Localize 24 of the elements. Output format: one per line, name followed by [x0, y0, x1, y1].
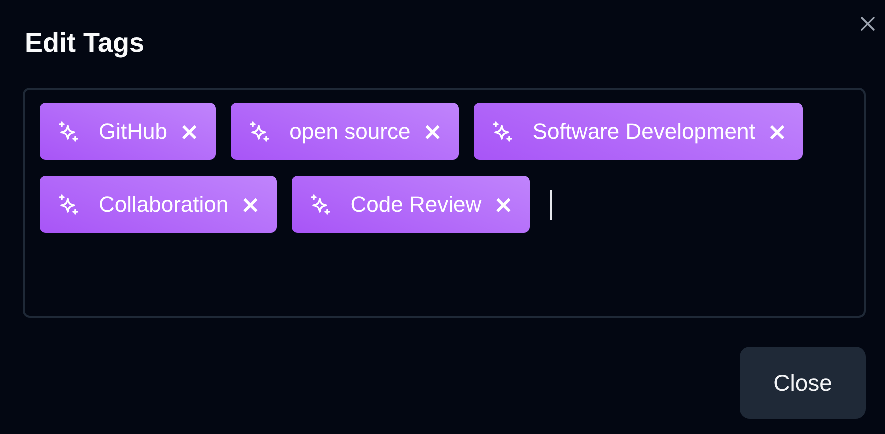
tag-chip[interactable]: Software Development × [474, 103, 804, 160]
close-button[interactable]: Close [740, 347, 866, 419]
remove-tag-button[interactable]: × [422, 120, 443, 144]
sparkles-icon [248, 120, 272, 144]
tag-label: Collaboration [99, 192, 229, 218]
tag-label: Code Review [350, 192, 482, 218]
remove-tag-button[interactable]: × [494, 192, 514, 216]
close-icon[interactable] [860, 16, 876, 32]
tag-label: Software Development [532, 118, 756, 144]
tag-input-field[interactable]: GitHub × open source × Software Development × Collaboration × Code Review × [23, 88, 866, 318]
tag-chip[interactable]: open source × [230, 103, 459, 160]
sparkles-icon [308, 192, 333, 216]
remove-tag-button[interactable]: × [767, 120, 788, 144]
tag-chip[interactable]: Code Review × [292, 176, 530, 233]
dialog-title: Edit Tags [25, 27, 145, 60]
sparkles-icon [490, 120, 515, 144]
tag-label: open source [290, 118, 411, 144]
remove-tag-button[interactable]: × [240, 192, 261, 216]
remove-tag-button[interactable]: × [179, 120, 200, 144]
tag-chip[interactable]: Collaboration × [40, 176, 277, 233]
sparkles-icon [57, 120, 81, 144]
tag-label: GitHub [99, 118, 168, 144]
sparkles-icon [57, 192, 81, 216]
tag-chip[interactable]: GitHub × [40, 103, 216, 160]
